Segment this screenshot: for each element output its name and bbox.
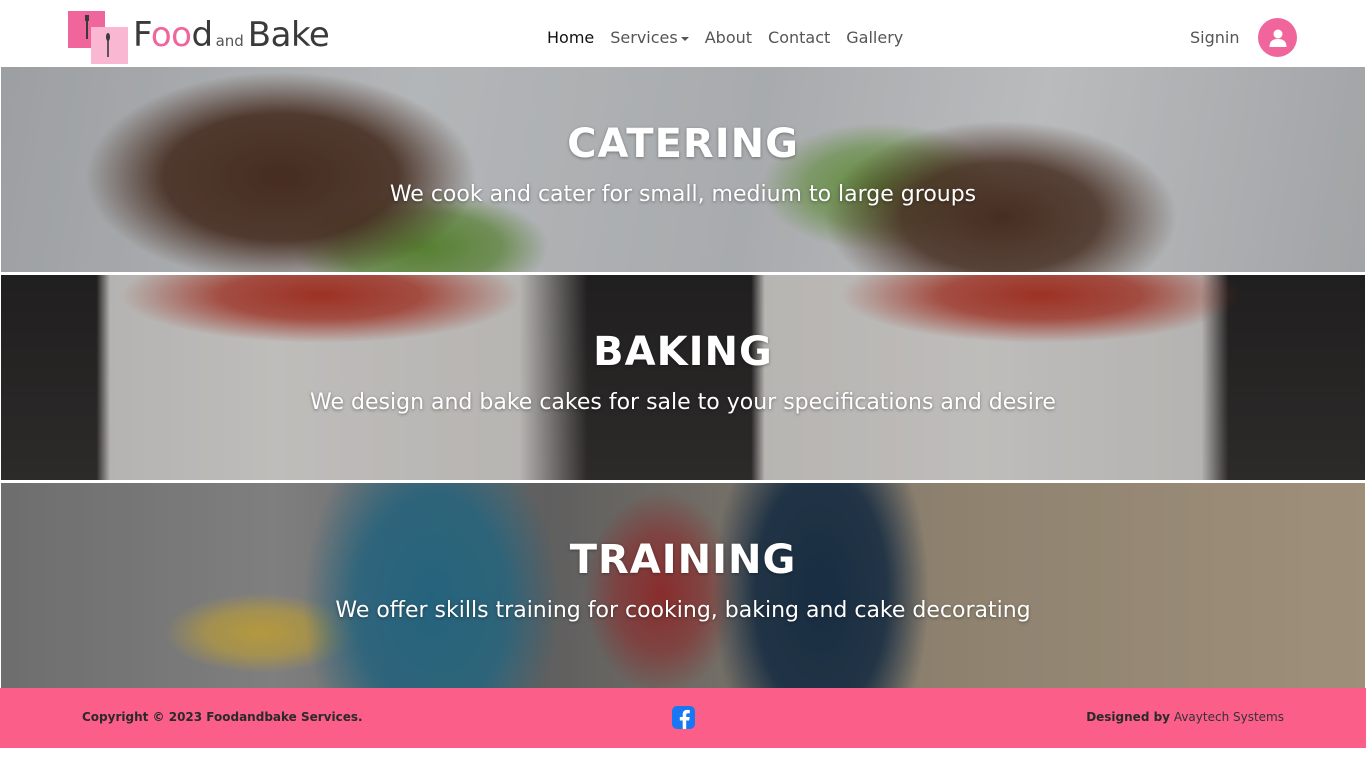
brand-word-food: Food (133, 15, 213, 55)
banner-subtitle: We offer skills training for cooking, ba… (335, 598, 1031, 623)
nav-contact[interactable]: Contact (768, 27, 830, 49)
baking-banner: BAKING We design and bake cakes for sale… (1, 275, 1365, 480)
nav-about[interactable]: About (705, 27, 752, 49)
copyright-text: Copyright © 2023 Foodandbake Services. (82, 710, 363, 724)
spoon-icon (106, 33, 110, 57)
banner-overlay (1, 67, 1365, 272)
designer-link[interactable]: Avaytech Systems (1174, 710, 1284, 724)
brand-logo[interactable]: Food and Bake (68, 11, 358, 65)
signin-link[interactable]: Signin (1190, 27, 1239, 49)
brand-word-bake: Bake (247, 15, 330, 55)
banner-subtitle: We design and bake cakes for sale to you… (310, 390, 1056, 415)
brand-oo: oo (150, 15, 192, 55)
facebook-icon (679, 709, 690, 729)
facebook-link[interactable] (672, 706, 695, 729)
nav-home[interactable]: Home (547, 27, 594, 49)
banner-subtitle: We cook and cater for small, medium to l… (389, 182, 977, 207)
banner-title: TRAINING (569, 537, 797, 583)
catering-banner: CATERING We cook and cater for small, me… (1, 67, 1365, 272)
navbar: Food and Bake Home Services About Contac… (0, 0, 1366, 67)
brand-word-and: and (215, 32, 244, 50)
designer-credit: Designed by Avaytech Systems (1086, 709, 1284, 725)
training-banner: TRAINING We offer skills training for co… (1, 483, 1365, 688)
chevron-down-icon (680, 36, 689, 41)
brand-letter: F (133, 15, 151, 55)
banner-title: CATERING (567, 121, 799, 167)
banner-title: BAKING (593, 329, 773, 375)
main-nav: Home Services About Contact Gallery (547, 27, 919, 49)
nav-gallery[interactable]: Gallery (846, 27, 903, 49)
user-avatar-button[interactable] (1258, 18, 1297, 57)
brand-letter: d (191, 15, 213, 55)
user-icon (1269, 29, 1286, 47)
banner-overlay (1, 275, 1365, 480)
brand-wordmark: Food and Bake (133, 15, 330, 55)
nav-services[interactable]: Services (610, 27, 689, 49)
footer: Copyright © 2023 Foodandbake Services. D… (0, 688, 1366, 748)
designed-by-label: Designed by (1086, 710, 1170, 724)
fork-icon (85, 15, 89, 39)
nav-services-label: Services (610, 28, 678, 47)
banner-overlay (1, 483, 1365, 688)
